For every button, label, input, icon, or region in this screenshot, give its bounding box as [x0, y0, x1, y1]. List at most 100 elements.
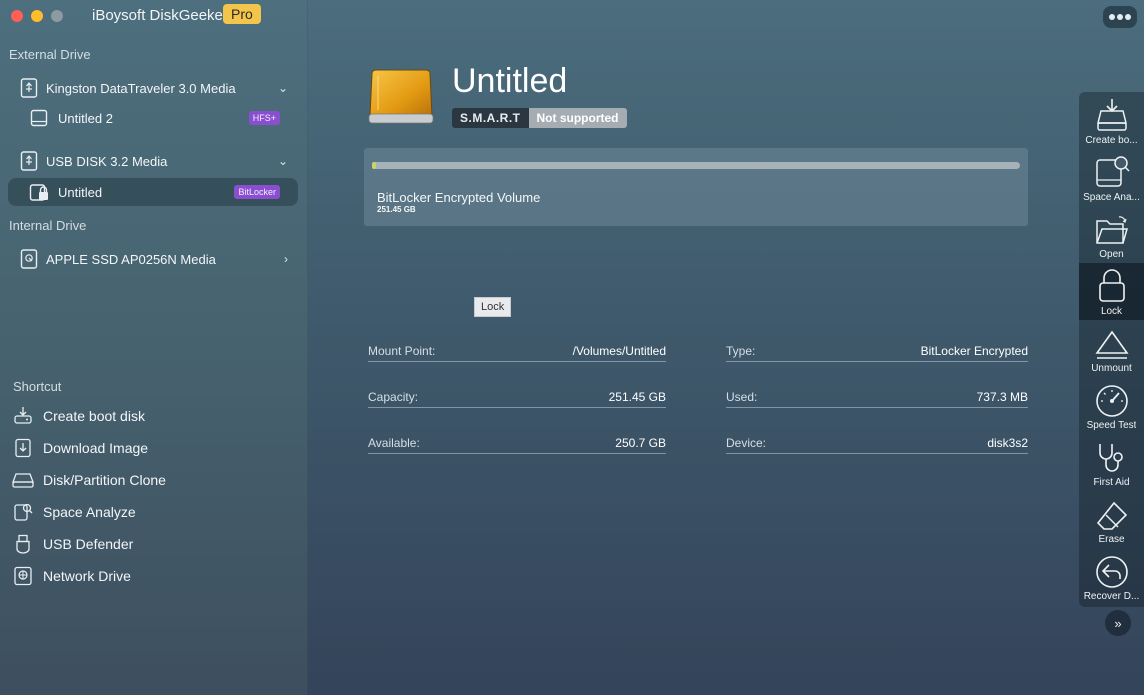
- close-window-button[interactable]: [11, 10, 23, 22]
- chevron-down-icon[interactable]: ⌄: [278, 81, 288, 95]
- sidebar: iBoysoft DiskGeeker Pro External Drive K…: [0, 0, 308, 695]
- info-available: Available: 250.7 GB: [368, 432, 666, 454]
- volume-title: Untitled: [452, 62, 568, 100]
- main-panel: Untitled S.M.A.R.T Not supported BitLock…: [308, 0, 1078, 695]
- shortcut-label: USB Defender: [43, 536, 134, 552]
- tool-label: Speed Test: [1086, 420, 1137, 431]
- usb-defender-icon: [12, 533, 34, 555]
- first-aid-icon: [1098, 444, 1123, 472]
- shortcut-space-analyze[interactable]: Space Analyze: [12, 501, 136, 523]
- external-drive-heading: External Drive: [9, 47, 91, 62]
- hfs-badge: HFS+: [248, 111, 280, 125]
- unmount-icon: [1094, 330, 1129, 359]
- smart-value: Not supported: [528, 108, 627, 128]
- pro-badge[interactable]: Pro: [223, 4, 261, 24]
- volume-type-label: BitLocker Encrypted Volume: [377, 190, 541, 205]
- drive-name: APPLE SSD AP0256N Media: [46, 251, 216, 267]
- shortcut-label: Space Analyze: [43, 504, 136, 520]
- space-analyze-icon: [12, 501, 34, 523]
- info-label: Device:: [726, 435, 767, 450]
- tool-create-boot-disk[interactable]: Create bo...: [1079, 92, 1144, 149]
- internal-disk-icon: [18, 248, 40, 270]
- shortcut-heading: Shortcut: [13, 379, 62, 394]
- shortcut-label: Network Drive: [43, 568, 131, 584]
- open-folder-icon: [1095, 216, 1128, 244]
- erase-icon: [1096, 501, 1127, 530]
- drive-row-kingston[interactable]: Kingston DataTraveler 3.0 Media ⌄: [8, 74, 298, 102]
- volume-name: Untitled: [58, 184, 103, 200]
- info-type: Type: BitLocker Encrypted: [726, 340, 1028, 362]
- app-title: iBoysoft DiskGeeker: [92, 7, 228, 24]
- info-label: Type:: [726, 343, 756, 358]
- info-capacity: Capacity: 251.45 GB: [368, 386, 666, 408]
- tool-label: Unmount: [1091, 363, 1132, 374]
- tool-open[interactable]: Open: [1079, 206, 1144, 263]
- info-value: 737.3 MB: [976, 389, 1028, 404]
- action-toolbar: Create bo... Space Ana... Open Lock Unmo…: [1079, 92, 1144, 607]
- double-chevron-right-icon[interactable]: »: [1105, 610, 1131, 636]
- volume-icon: [28, 107, 50, 129]
- chevron-right-icon[interactable]: ›: [284, 252, 288, 266]
- internal-drive-heading: Internal Drive: [9, 218, 87, 233]
- zoom-window-button[interactable]: [51, 10, 63, 22]
- tool-label: Erase: [1098, 534, 1125, 545]
- tool-space-analyze[interactable]: Space Ana...: [1079, 149, 1144, 206]
- info-value: BitLocker Encrypted: [920, 343, 1028, 358]
- info-value: disk3s2: [987, 435, 1028, 450]
- network-drive-icon: [12, 565, 34, 587]
- more-icon[interactable]: [1103, 6, 1137, 28]
- volume-usage-panel[interactable]: BitLocker Encrypted Volume 251.45 GB: [364, 148, 1028, 226]
- tool-label: First Aid: [1093, 477, 1130, 488]
- shortcut-disk-partition-clone[interactable]: Disk/Partition Clone: [12, 469, 166, 491]
- download-image-icon: [12, 437, 34, 459]
- clone-icon: [12, 469, 34, 491]
- shortcut-network-drive[interactable]: Network Drive: [12, 565, 131, 587]
- speed-test-icon: [1095, 385, 1128, 417]
- info-used: Used: 737.3 MB: [726, 386, 1028, 408]
- usb-drive-icon: [18, 77, 40, 99]
- smart-label: S.M.A.R.T: [452, 108, 529, 128]
- external-drive-icon: [368, 68, 434, 133]
- drive-row-usb-disk[interactable]: USB DISK 3.2 Media ⌄: [8, 147, 298, 175]
- recover-data-icon: [1095, 556, 1128, 588]
- locked-volume-icon: [28, 181, 50, 203]
- info-value: 251.45 GB: [608, 389, 666, 404]
- info-device: Device: disk3s2: [726, 432, 1028, 454]
- info-mount-point: Mount Point: /Volumes/Untitled: [368, 340, 666, 362]
- tool-label: Recover D...: [1083, 591, 1140, 602]
- shortcut-label: Download Image: [43, 440, 149, 456]
- shortcut-download-image[interactable]: Download Image: [12, 437, 148, 459]
- tool-label: Space Ana...: [1083, 192, 1140, 203]
- drive-row-apple-ssd[interactable]: APPLE SSD AP0256N Media ›: [8, 245, 298, 273]
- tool-speed-test[interactable]: Speed Test: [1079, 377, 1144, 434]
- drive-name: USB DISK 3.2 Media: [46, 153, 168, 169]
- info-label: Mount Point:: [368, 343, 436, 358]
- tool-label: Lock: [1100, 306, 1123, 317]
- info-value: 250.7 GB: [615, 435, 666, 450]
- tool-erase[interactable]: Erase: [1079, 491, 1144, 548]
- tool-label: Create bo...: [1085, 135, 1138, 146]
- shortcut-usb-defender[interactable]: USB Defender: [12, 533, 133, 555]
- bitlocker-badge: BitLocker: [234, 185, 280, 199]
- usage-bar: [372, 162, 1020, 169]
- info-label: Capacity:: [368, 389, 419, 404]
- tool-label: Open: [1099, 249, 1124, 260]
- boot-disk-icon: [12, 405, 34, 427]
- volume-row-untitled-2[interactable]: Untitled 2 HFS+: [8, 104, 298, 132]
- info-label: Available:: [368, 435, 420, 450]
- shortcut-label: Disk/Partition Clone: [43, 472, 166, 488]
- tool-recover-data[interactable]: Recover D...: [1079, 548, 1144, 605]
- tool-first-aid[interactable]: First Aid: [1079, 434, 1144, 491]
- volume-row-untitled[interactable]: Untitled BitLocker: [8, 178, 298, 206]
- smart-status: S.M.A.R.T Not supported: [452, 108, 627, 128]
- volume-name: Untitled 2: [58, 110, 113, 126]
- chevron-down-icon[interactable]: ⌄: [278, 154, 288, 168]
- minimize-window-button[interactable]: [31, 10, 43, 22]
- tool-unmount[interactable]: Unmount: [1079, 320, 1144, 377]
- shortcut-create-boot-disk[interactable]: Create boot disk: [12, 405, 145, 427]
- shortcut-label: Create boot disk: [43, 408, 145, 424]
- tool-lock[interactable]: Lock: [1079, 263, 1144, 320]
- space-analyze-icon: [1095, 156, 1130, 187]
- info-value: /Volumes/Untitled: [572, 343, 666, 358]
- drive-name: Kingston DataTraveler 3.0 Media: [46, 80, 236, 96]
